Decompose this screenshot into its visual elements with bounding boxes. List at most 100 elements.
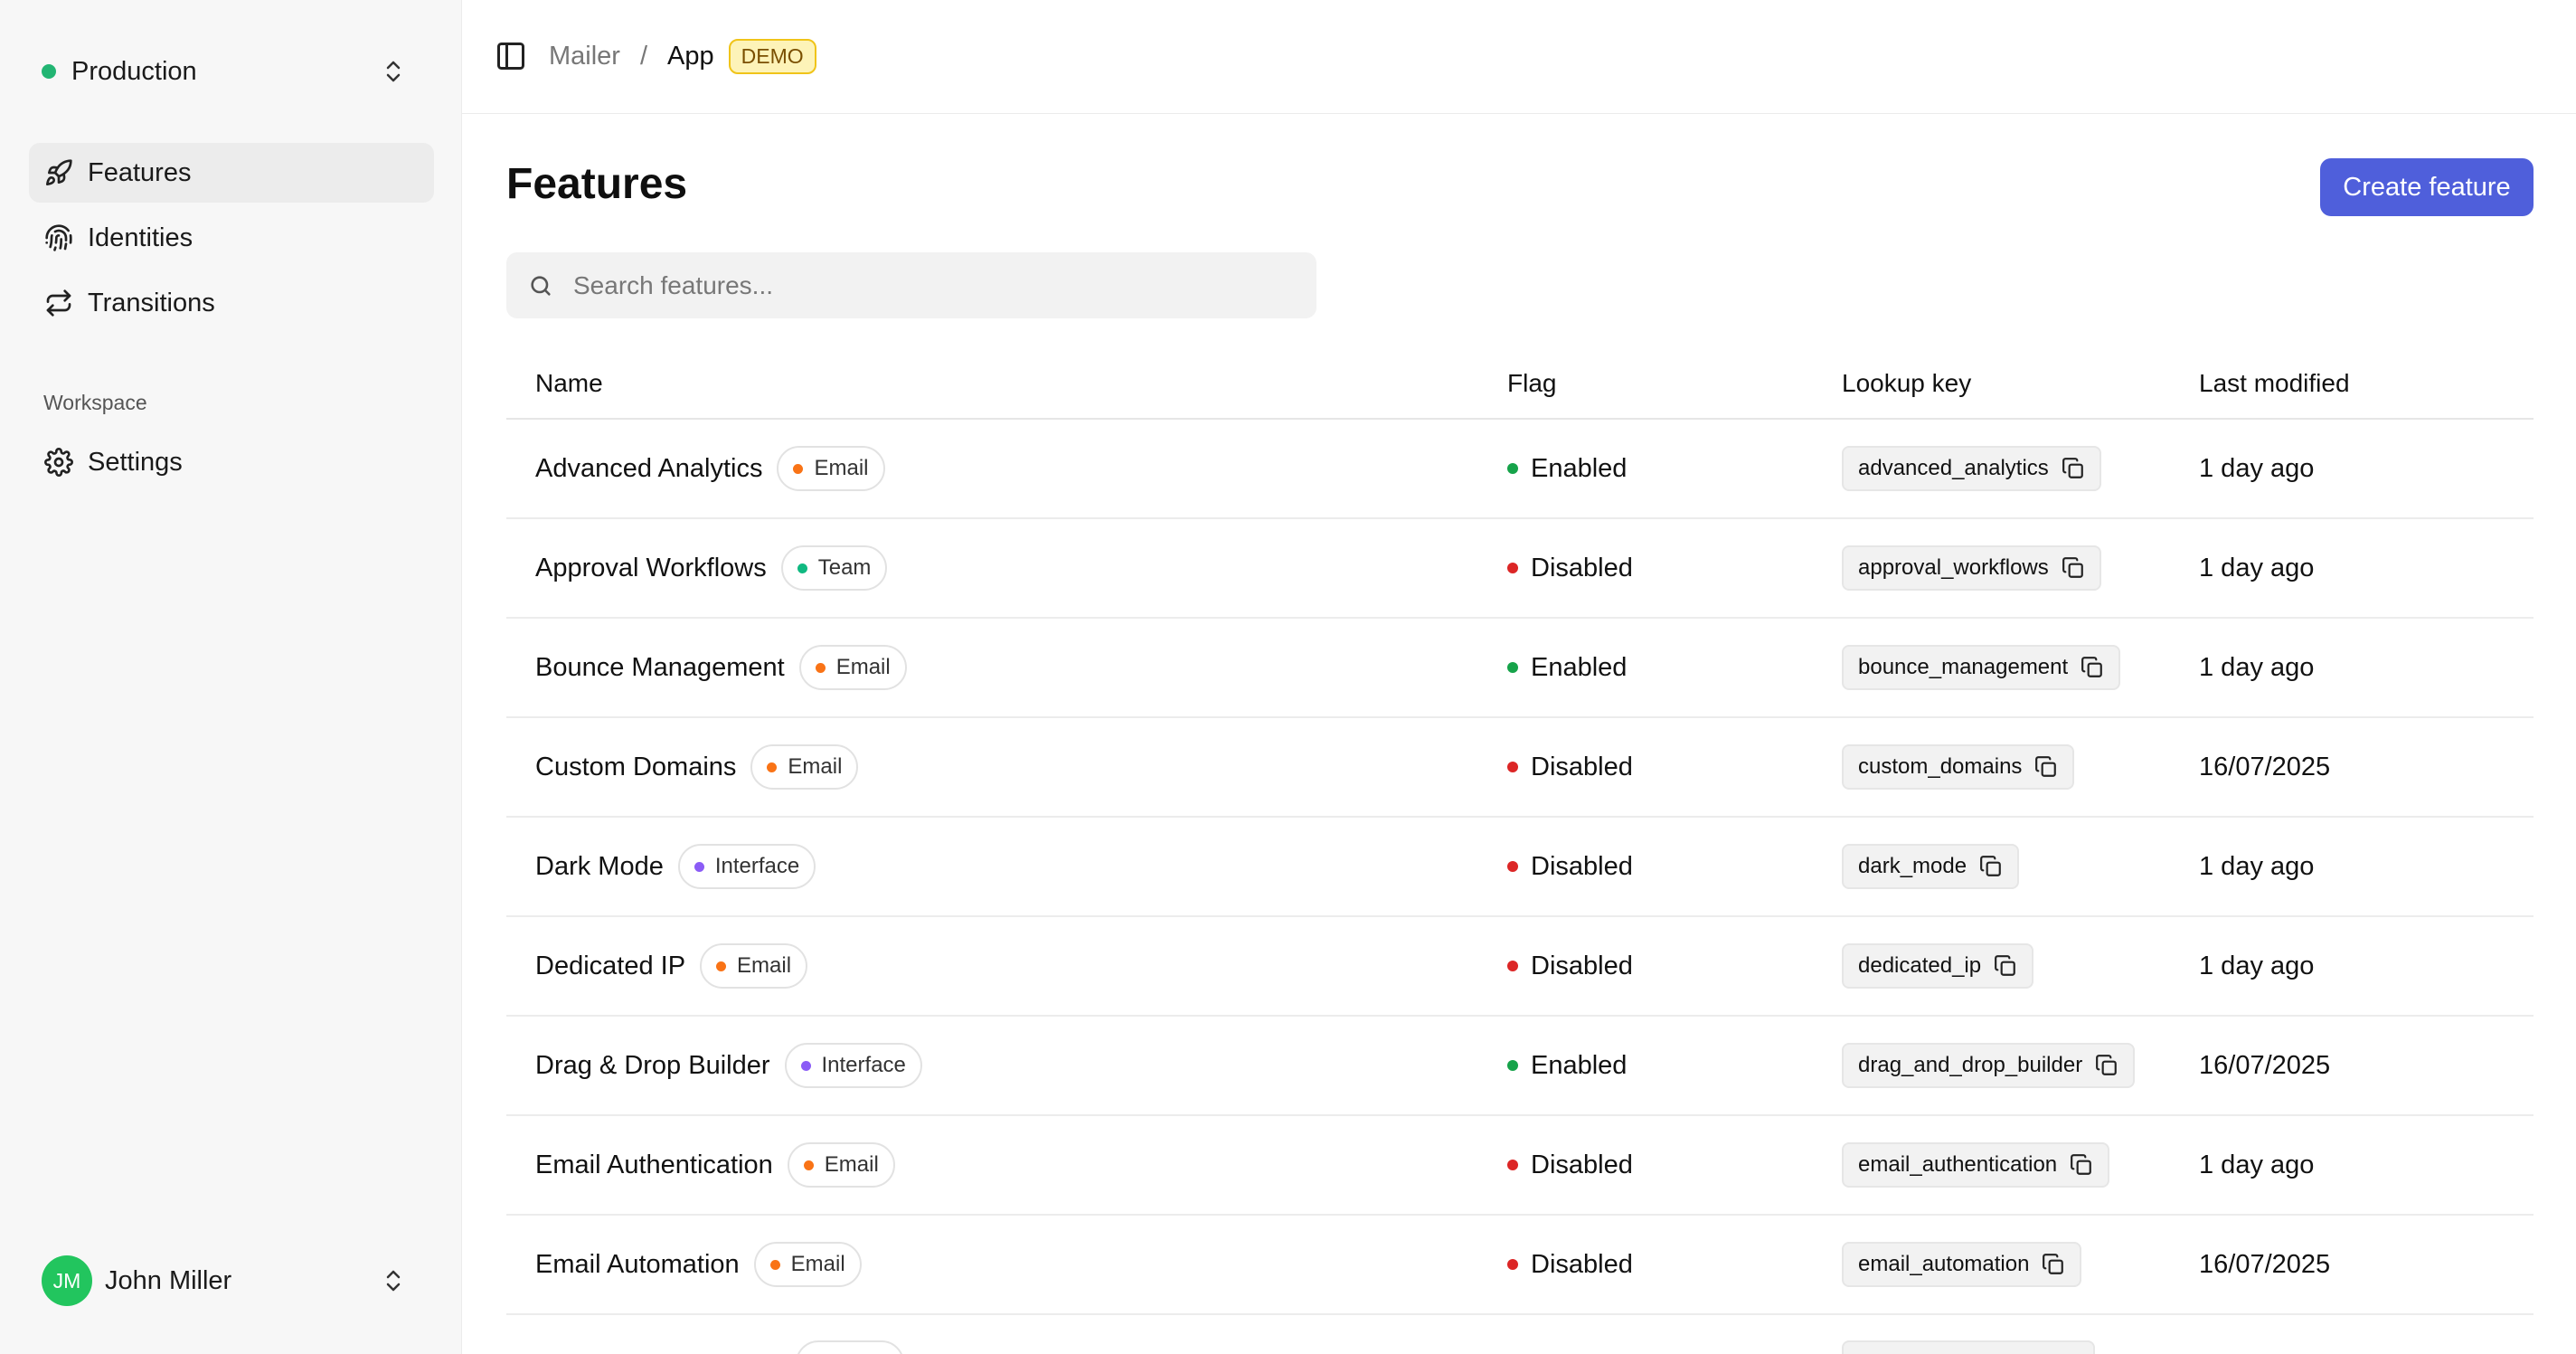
copy-icon[interactable] bbox=[2034, 755, 2058, 779]
column-header-last-modified[interactable]: Last modified bbox=[2199, 369, 2534, 398]
breadcrumb-separator: / bbox=[639, 41, 648, 71]
top-bar: Mailer / App DEMO bbox=[462, 0, 2576, 114]
lookup-key-box: dark_mode bbox=[1842, 844, 2020, 889]
flag-status-dot bbox=[1507, 961, 1518, 971]
table-row[interactable]: Email Automation Email Disabled email_autom… bbox=[506, 1216, 2534, 1315]
sidebar-toggle-icon[interactable] bbox=[495, 40, 527, 72]
feature-name[interactable]: Drag & Drop Builder bbox=[535, 1051, 770, 1081]
chevron-up-down-icon bbox=[386, 1270, 401, 1292]
search-icon bbox=[531, 275, 551, 296]
copy-icon[interactable] bbox=[2081, 656, 2104, 679]
flag-status-dot bbox=[1507, 762, 1518, 772]
sidebar-item-features[interactable]: Features bbox=[29, 143, 434, 203]
feature-name[interactable]: Approval Workflows bbox=[535, 554, 767, 583]
column-header-name[interactable]: Name bbox=[506, 369, 1507, 398]
tag-dot bbox=[769, 1259, 780, 1270]
gear-icon bbox=[43, 447, 74, 478]
flag-status: Enabled bbox=[1531, 652, 1628, 682]
table-row[interactable]: Dedicated IP Email Disabled dedicated_ip 1 d… bbox=[506, 917, 2534, 1017]
table-row[interactable]: Dark Mode Interface Disabled dark_mode 1 day… bbox=[506, 818, 2534, 917]
lookup-key-box: bounce_management bbox=[1842, 645, 2121, 690]
category-tag: Email bbox=[787, 1142, 895, 1188]
environment-switcher[interactable]: Production bbox=[42, 51, 420, 92]
tag-dot bbox=[803, 1160, 814, 1170]
name-cell: Advanced Analytics Email bbox=[506, 446, 1507, 491]
user-name: John Miller bbox=[105, 1265, 232, 1295]
name-cell: Dark Mode Interface bbox=[506, 844, 1507, 889]
table-row[interactable]: Custom Domains Email Disabled custom_domain… bbox=[506, 718, 2534, 818]
category-tag: Email bbox=[750, 744, 859, 790]
feature-name[interactable]: Advanced Analytics bbox=[535, 454, 762, 484]
user-menu[interactable]: JM John Miller bbox=[42, 1255, 420, 1306]
copy-icon[interactable] bbox=[2062, 556, 2085, 580]
lookup-key: dark_mode bbox=[1858, 854, 1967, 878]
sidebar: Production Features Identities Transitio… bbox=[0, 0, 462, 1354]
feature-name[interactable]: Email Authentication bbox=[535, 1150, 773, 1180]
sidebar-item-identities[interactable]: Identities bbox=[29, 208, 434, 268]
sidebar-item-settings[interactable]: Settings bbox=[29, 432, 434, 492]
lookup-key: advanced_analytics bbox=[1858, 456, 2049, 480]
table-row[interactable]: Bounce Management Email Enabled bounce_mana… bbox=[506, 619, 2534, 718]
tag-dot bbox=[767, 762, 778, 772]
lookup-key-cell: email_automation bbox=[1842, 1242, 2199, 1287]
last-modified: 1 day ago bbox=[2199, 453, 2315, 483]
tag-dot bbox=[800, 1060, 811, 1071]
name-cell: Email Authentication Email bbox=[506, 1142, 1507, 1188]
search-input[interactable] bbox=[573, 270, 1279, 300]
search-bar[interactable] bbox=[506, 252, 1316, 318]
flag-status-dot bbox=[1507, 662, 1518, 673]
lookup-key: email_authentication bbox=[1858, 1152, 2058, 1177]
category-tag: Team bbox=[780, 545, 888, 591]
flag-status-dot bbox=[1507, 563, 1518, 573]
table-row[interactable]: Email Authentication Email Disabled email_a… bbox=[506, 1116, 2534, 1216]
copy-icon[interactable] bbox=[2042, 1253, 2065, 1276]
name-cell: Bounce Management Email bbox=[506, 645, 1507, 690]
table-row[interactable]: Drag & Drop Builder Interface Enabled drag_… bbox=[506, 1017, 2534, 1116]
feature-name[interactable]: Email Automation bbox=[535, 1250, 740, 1280]
table-row-partial[interactable] bbox=[506, 1315, 2534, 1354]
tag-label: Email bbox=[790, 1252, 845, 1276]
column-header-flag[interactable]: Flag bbox=[1507, 369, 1842, 398]
flag-status: Enabled bbox=[1531, 1050, 1628, 1080]
column-header-lookup-key[interactable]: Lookup key bbox=[1842, 369, 2199, 398]
lookup-key-cell: dark_mode bbox=[1842, 844, 2199, 889]
flag-cell: Disabled bbox=[1507, 952, 1842, 981]
flag-cell: Enabled bbox=[1507, 1051, 1842, 1081]
last-modified-cell: 1 day ago bbox=[2199, 952, 2534, 981]
create-feature-button[interactable]: Create feature bbox=[2320, 158, 2534, 216]
avatar: JM bbox=[42, 1255, 92, 1306]
name-cell: Drag & Drop Builder Interface bbox=[506, 1043, 1507, 1088]
copy-icon[interactable] bbox=[2070, 1153, 2093, 1177]
lookup-key-box: advanced_analytics bbox=[1842, 446, 2101, 491]
feature-name[interactable]: Bounce Management bbox=[535, 653, 785, 683]
lookup-key-box: email_automation bbox=[1842, 1242, 2082, 1287]
flag-status-dot bbox=[1507, 1160, 1518, 1170]
flag-cell: Disabled bbox=[1507, 852, 1842, 882]
copy-icon[interactable] bbox=[1979, 855, 2003, 878]
feature-name[interactable]: Dark Mode bbox=[535, 852, 664, 882]
category-tag: Email bbox=[753, 1242, 862, 1287]
flag-cell: Disabled bbox=[1507, 1250, 1842, 1280]
breadcrumb-root[interactable]: Mailer bbox=[549, 42, 620, 71]
feature-name[interactable]: Dedicated IP bbox=[535, 952, 685, 981]
tag-label: Email bbox=[824, 1152, 879, 1177]
copy-icon[interactable] bbox=[2095, 1054, 2118, 1077]
sidebar-item-label: Features bbox=[88, 157, 192, 187]
flag-cell: Disabled bbox=[1507, 753, 1842, 782]
sidebar-item-label: Identities bbox=[88, 223, 193, 252]
table-row[interactable]: Advanced Analytics Email Enabled advanced_a… bbox=[506, 420, 2534, 519]
tag-label: Email bbox=[814, 456, 869, 480]
tag-dot bbox=[716, 961, 727, 971]
last-modified: 1 day ago bbox=[2199, 951, 2315, 980]
copy-icon[interactable] bbox=[1994, 954, 2017, 978]
environment-status-dot bbox=[42, 64, 56, 79]
table-row[interactable]: Approval Workflows Team Disabled approval_w… bbox=[506, 519, 2534, 619]
app-root: Production Features Identities Transitio… bbox=[0, 0, 2576, 1354]
category-tag: Email bbox=[700, 943, 808, 989]
sidebar-item-label: Transitions bbox=[88, 288, 215, 317]
table-header: Name Flag Lookup key Last modified bbox=[506, 349, 2534, 420]
copy-icon[interactable] bbox=[2062, 457, 2085, 480]
feature-name[interactable]: Custom Domains bbox=[535, 753, 736, 782]
sidebar-item-transitions[interactable]: Transitions bbox=[29, 273, 434, 333]
demo-badge: DEMO bbox=[728, 38, 816, 74]
